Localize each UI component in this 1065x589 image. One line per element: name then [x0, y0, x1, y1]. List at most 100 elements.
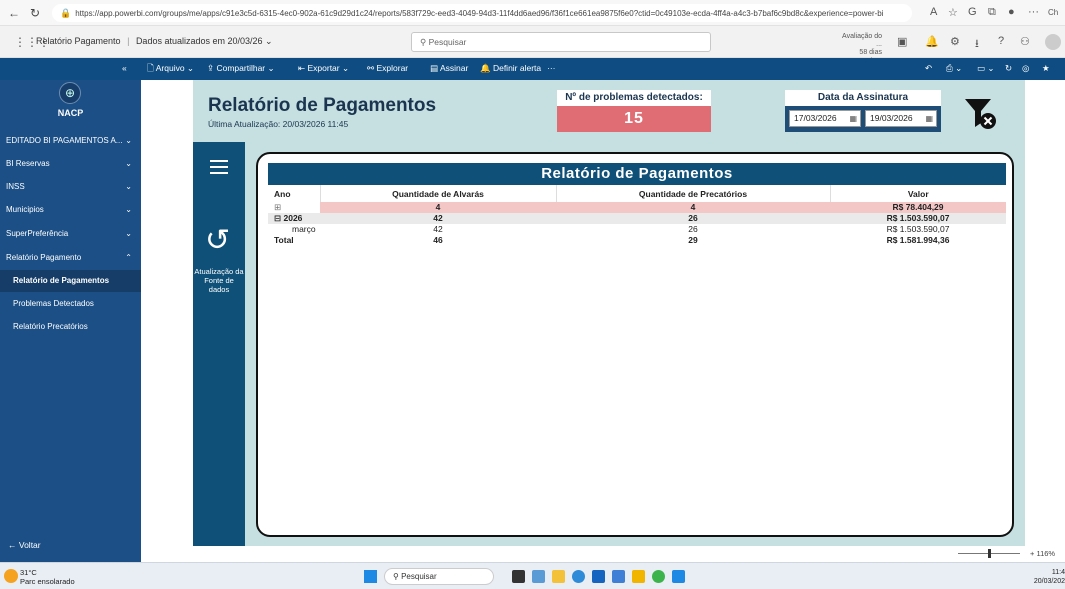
- profile-icon[interactable]: ●: [1008, 6, 1015, 18]
- calendar-icon: ▦: [849, 114, 857, 123]
- reset-icon[interactable]: ↶: [925, 63, 932, 74]
- file-menu[interactable]: 🗋 Arquivo ⌄: [147, 63, 194, 77]
- read-aloud-icon[interactable]: A: [930, 6, 937, 18]
- refresh-data-label[interactable]: Atualização da Fonte de dados: [193, 267, 245, 294]
- download-icon[interactable]: ⭳: [975, 35, 979, 54]
- collections-icon[interactable]: ⧉: [988, 6, 996, 19]
- whatsapp-icon[interactable]: [652, 570, 665, 583]
- browser-toolbar: ← ↻ 🔒 https://app.powerbi.com/groups/me/…: [0, 0, 1065, 26]
- nav-item-relatorio-pagamento[interactable]: Relatório Pagamento ⌃: [6, 248, 136, 268]
- problems-label: Nº de problemas detectados:: [557, 90, 711, 106]
- explore-button[interactable]: ⚯ Explorar: [367, 63, 408, 74]
- help-icon[interactable]: ?: [998, 35, 1004, 47]
- matrix-title: Relatório de Pagamentos: [268, 163, 1006, 185]
- zoom-level[interactable]: + 116%: [1030, 549, 1055, 558]
- windows-taskbar: 31°C Parc ensolarado ⚲ Pesquisar 11:4 20…: [0, 562, 1065, 589]
- system-clock[interactable]: 11:4 20/03/202: [1032, 568, 1065, 586]
- table-row[interactable]: março 42 26 R$ 1.503.590,07: [268, 224, 1006, 235]
- reload-icon[interactable]: ↻: [30, 6, 40, 20]
- cell-alvaras: 4: [320, 202, 556, 213]
- avatar[interactable]: [1045, 34, 1061, 50]
- table-row[interactable]: ⊟ 2026 42 26 R$ 1.503.590,07: [268, 213, 1006, 224]
- notifications-icon[interactable]: 🔔: [925, 35, 939, 48]
- expand-icon[interactable]: ⊞: [268, 202, 320, 213]
- date-to-input[interactable]: 19/03/2026 ▦: [865, 110, 937, 127]
- cell-ano[interactable]: ⊟ 2026: [268, 213, 320, 224]
- zoom-slider-handle[interactable]: [988, 549, 991, 558]
- cell-precatorios: 4: [556, 202, 830, 213]
- copilot-icon[interactable]: G: [968, 6, 977, 18]
- view-icon[interactable]: ▭ ⌄: [977, 63, 995, 74]
- nav-item-municipios[interactable]: Municipios ⌄: [6, 200, 136, 220]
- chevron-down-icon: ⌄: [125, 205, 132, 214]
- widgets-icon[interactable]: [532, 570, 545, 583]
- col-header-ano[interactable]: Ano: [268, 185, 320, 202]
- more-icon[interactable]: ···: [1028, 6, 1039, 18]
- cell-alvaras: 42: [320, 213, 556, 224]
- file-explorer-icon[interactable]: [552, 570, 565, 583]
- cell-valor: R$ 1.503.590,07: [830, 213, 1006, 224]
- org-name: NACP: [57, 108, 84, 118]
- nav-sub-relatorio-pagamentos[interactable]: Relatório de Pagamentos: [0, 270, 141, 292]
- powerbi-icon[interactable]: [632, 570, 645, 583]
- outlook-icon[interactable]: [672, 570, 685, 583]
- report-ribbon: « 🗋 Arquivo ⌄ ⇪ Compartilhar ⌄ ⇤ Exporta…: [0, 58, 1065, 80]
- refresh-data-icon[interactable]: ↺: [205, 226, 230, 256]
- fullscreen-icon[interactable]: ▣: [897, 35, 907, 48]
- menu-icon[interactable]: [210, 160, 228, 178]
- nav-item-superpreferencia[interactable]: SuperPreferência ⌄: [6, 224, 136, 244]
- chevron-down-icon[interactable]: ⌄: [265, 36, 273, 46]
- signature-date-slicer: Data da Assinatura 17/03/2026 ▦ 19/03/202…: [785, 90, 941, 132]
- back-arrow-icon[interactable]: ←: [8, 6, 20, 20]
- search-input[interactable]: ⚲ Pesquisar: [411, 32, 711, 52]
- refresh-icon[interactable]: ↻: [1005, 63, 1012, 74]
- last-update: Última Atualização: 20/03/2026 11:45: [208, 119, 349, 129]
- bookmark-icon[interactable]: ⎙ ⌄: [946, 63, 962, 74]
- signature-date-label: Data da Assinatura: [785, 90, 941, 106]
- back-button[interactable]: ← Voltar: [8, 540, 41, 550]
- share-icon[interactable]: ⚇: [1020, 35, 1030, 48]
- date-from-input[interactable]: 17/03/2026 ▦: [789, 110, 861, 127]
- url-text: https://app.powerbi.com/groups/me/apps/c…: [75, 8, 884, 18]
- col-header-precatorios[interactable]: Quantidade de Precatórios: [555, 185, 830, 202]
- profile-label[interactable]: Ch: [1048, 8, 1058, 17]
- col-header-alvaras[interactable]: Quantidade de Alvarás: [319, 185, 556, 202]
- chevron-down-icon: ⌄: [125, 159, 132, 168]
- collapse-nav-icon[interactable]: «: [122, 63, 127, 73]
- table-row[interactable]: ⊞ 4 4 R$ 78.404,29: [268, 202, 1006, 213]
- weather-widget[interactable]: 31°C Parc ensolarado: [20, 568, 75, 586]
- nav-sub-relatorio-precatorios[interactable]: Relatório Precatórios: [0, 316, 141, 338]
- sign-button[interactable]: ▤ Assinar: [430, 63, 468, 74]
- favorite-star-icon[interactable]: ★: [1042, 63, 1050, 74]
- data-updated-label[interactable]: Dados atualizados em 20/03/26: [136, 36, 263, 46]
- export-menu[interactable]: ⇤ Exportar ⌄: [298, 63, 349, 74]
- task-view-icon[interactable]: [512, 570, 525, 583]
- report-side-panel: ↺ Atualização da Fonte de dados: [193, 142, 245, 546]
- col-header-valor[interactable]: Valor: [829, 185, 1006, 202]
- store-icon[interactable]: [592, 570, 605, 583]
- edge-icon[interactable]: [572, 570, 585, 583]
- app-icon[interactable]: [612, 570, 625, 583]
- nav-item-editado[interactable]: EDITADO BI PAGAMENTOS A... ⌄: [6, 131, 136, 151]
- clear-filter-icon[interactable]: [963, 96, 997, 130]
- chevron-down-icon: ⌄: [125, 229, 132, 238]
- start-button[interactable]: [364, 570, 377, 583]
- address-bar[interactable]: 🔒 https://app.powerbi.com/groups/me/apps…: [52, 4, 912, 22]
- weather-icon[interactable]: [4, 569, 18, 583]
- cell-ano: março: [292, 224, 316, 234]
- nav-sub-problemas-detectados[interactable]: Problemas Detectados: [0, 293, 141, 315]
- cell-valor: R$ 78.404,29: [830, 202, 1006, 213]
- settings-icon[interactable]: ⚙: [950, 35, 960, 48]
- nav-item-inss[interactable]: INSS ⌄: [6, 177, 136, 197]
- taskbar-search[interactable]: ⚲ Pesquisar: [384, 568, 494, 585]
- share-menu[interactable]: ⇪ Compartilhar ⌄: [207, 63, 275, 74]
- set-alert-button[interactable]: 🔔 Definir alerta: [480, 63, 541, 74]
- comment-icon[interactable]: ◎: [1022, 63, 1029, 74]
- more-options[interactable]: ···: [547, 63, 556, 73]
- app-name[interactable]: Relatório Pagamento: [36, 36, 121, 46]
- favorite-icon[interactable]: ☆: [948, 6, 958, 19]
- nav-item-bi-reservas[interactable]: BI Reservas ⌄: [6, 154, 136, 174]
- app-navigation: ⊕ NACP EDITADO BI PAGAMENTOS A... ⌄ BI Re…: [0, 80, 141, 562]
- problems-card[interactable]: Nº de problemas detectados: 15: [557, 90, 711, 132]
- search-icon: ⚲: [420, 37, 429, 47]
